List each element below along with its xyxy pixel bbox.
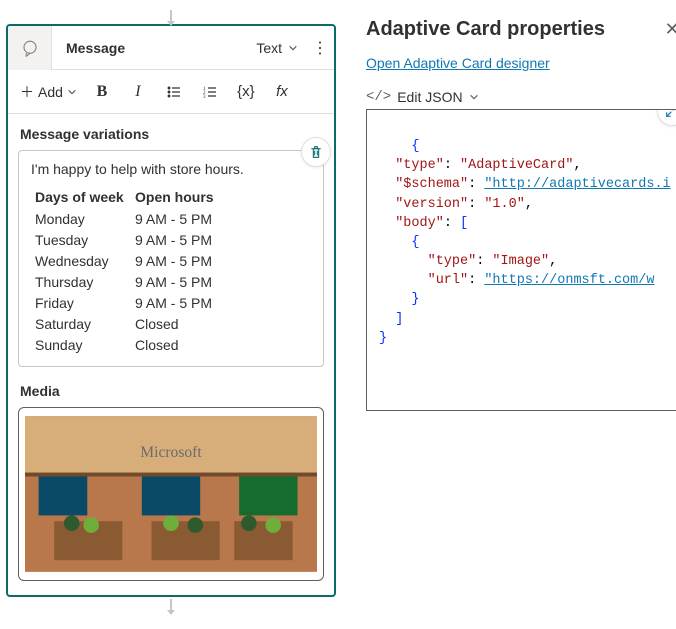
variation-intro: I'm happy to help with store hours. <box>31 161 311 177</box>
trash-icon <box>308 144 324 160</box>
panel-title: Adaptive Card properties <box>366 18 605 41</box>
table-header: Days of week Open hours <box>35 189 311 205</box>
json-icon: </> <box>366 89 391 105</box>
output-type-selector[interactable]: Text <box>248 40 306 56</box>
expand-icon <box>664 109 676 119</box>
delete-variation-button[interactable] <box>301 137 331 167</box>
chevron-down-icon <box>469 92 479 102</box>
node-body: Message variations I'm happy to help wit… <box>8 114 334 595</box>
hours-table: Days of week Open hours Monday9 AM - 5 P… <box>35 189 311 356</box>
node-header: Message Text ⋮ <box>8 26 334 70</box>
add-button[interactable]: ＋ Add <box>14 78 83 106</box>
insert-expression-button[interactable]: fx <box>265 76 299 108</box>
media-attachment[interactable]: Microsoft <box>18 407 324 581</box>
numbered-list-button[interactable]: 123 <box>193 76 227 108</box>
authoring-canvas: Message Text ⋮ ＋ Add B I 123 {x} fx <box>0 0 342 629</box>
output-type-label: Text <box>256 40 282 56</box>
svg-text:Microsoft: Microsoft <box>140 444 202 461</box>
col-day-header: Days of week <box>35 189 135 205</box>
flow-connector-top <box>170 10 172 22</box>
media-heading: Media <box>20 383 322 399</box>
table-row: Monday9 AM - 5 PM <box>35 209 311 230</box>
more-menu-button[interactable]: ⋮ <box>306 38 334 58</box>
bulleted-list-button[interactable] <box>157 76 191 108</box>
close-panel-button[interactable]: ✕ <box>665 19 676 40</box>
bold-button[interactable]: B <box>85 76 119 108</box>
flow-connector-bottom <box>170 599 172 611</box>
chevron-down-icon <box>288 43 298 53</box>
open-designer-link[interactable]: Open Adaptive Card designer <box>366 55 550 71</box>
variations-heading: Message variations <box>20 126 322 142</box>
table-row: Tuesday9 AM - 5 PM <box>35 230 311 251</box>
italic-button[interactable]: I <box>121 76 155 108</box>
table-row: Thursday9 AM - 5 PM <box>35 272 311 293</box>
message-node[interactable]: Message Text ⋮ ＋ Add B I 123 {x} fx <box>6 24 336 597</box>
table-row: Friday9 AM - 5 PM <box>35 293 311 314</box>
insert-variable-button[interactable]: {x} <box>229 76 263 108</box>
add-label: Add <box>38 84 63 100</box>
col-hours-header: Open hours <box>135 189 255 205</box>
store-image: Microsoft <box>25 414 317 574</box>
variation-editor[interactable]: I'm happy to help with store hours. Days… <box>18 150 324 367</box>
properties-panel: Adaptive Card properties ✕ Open Adaptive… <box>342 0 676 629</box>
json-editor[interactable]: { "type": "AdaptiveCard", "$schema": "ht… <box>366 109 676 411</box>
edit-json-toggle[interactable]: </> Edit JSON <box>366 89 676 105</box>
formatting-toolbar: ＋ Add B I 123 {x} fx <box>8 70 334 114</box>
table-row: SundayClosed <box>35 335 311 356</box>
table-row: Wednesday9 AM - 5 PM <box>35 251 311 272</box>
table-row: SaturdayClosed <box>35 314 311 335</box>
edit-json-label: Edit JSON <box>397 89 462 105</box>
chevron-down-icon <box>67 87 77 97</box>
expand-editor-button[interactable] <box>657 109 676 126</box>
node-title: Message <box>52 40 248 56</box>
svg-text:3: 3 <box>203 95 206 100</box>
plus-icon: ＋ <box>20 82 34 102</box>
message-icon <box>8 26 52 70</box>
